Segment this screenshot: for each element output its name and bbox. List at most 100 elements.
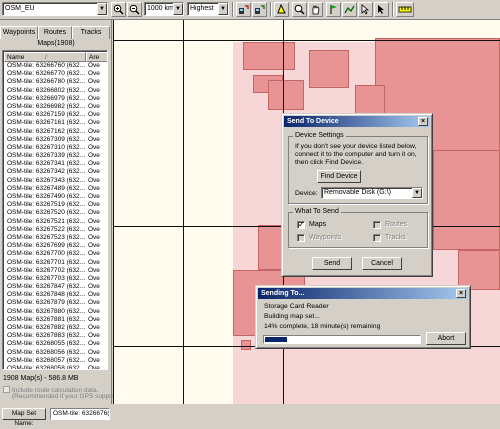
hand-icon <box>312 5 320 15</box>
map-tile-name: OSM-tile: 63267703 (632... <box>7 274 86 282</box>
maps-checkbox[interactable]: ✓ <box>297 220 305 229</box>
send-to-device-button[interactable] <box>252 2 267 17</box>
maps-list[interactable]: Name / Are OSM-tile: 63266760 (632... Ove… <box>2 50 108 370</box>
list-item[interactable]: OSM-tile: 63267701 (632... Ove <box>4 259 107 267</box>
map-tool-button[interactable] <box>274 2 289 17</box>
list-item[interactable]: OSM-tile: 63267159 (632... Ove <box>4 111 107 119</box>
waypoints-checkbox-label: Waypoints <box>309 234 342 241</box>
map-tile-area: Ove <box>88 364 100 370</box>
dialog-title: Sending To... <box>261 290 305 297</box>
zoom-out-button[interactable] <box>127 2 142 17</box>
list-item[interactable]: OSM-tile: 63267343 (632... Ove <box>4 177 107 185</box>
cursor-icon <box>378 5 384 14</box>
map-tile-area: Ove <box>88 356 100 364</box>
list-item[interactable]: OSM-tile: 63267490 (632... Ove <box>4 193 107 201</box>
column-header-name[interactable]: Name / <box>4 52 86 62</box>
list-item[interactable]: OSM-tile: 63267309 (632... Ove <box>4 136 107 144</box>
list-item[interactable]: OSM-tile: 63268056 (632... Ove <box>4 349 107 357</box>
list-item[interactable]: OSM-tile: 63267341 (632... Ove <box>4 160 107 168</box>
abort-button[interactable]: Abort <box>426 332 466 345</box>
list-item[interactable]: OSM-tile: 63267702 (632... Ove <box>4 267 107 275</box>
device-value: Removable Disk (G:\) <box>324 189 391 196</box>
map-tile-name: OSM-tile: 63267519 (632... <box>7 201 86 209</box>
map-set-name-button[interactable]: Map Set Name: <box>2 408 46 427</box>
cancel-button[interactable]: Cancel <box>362 257 402 270</box>
close-icon[interactable]: × <box>418 117 428 126</box>
list-item[interactable]: OSM-tile: 63267342 (632... Ove <box>4 168 107 176</box>
list-item[interactable]: OSM-tile: 63266760 (632... Ove <box>4 62 107 70</box>
list-item[interactable]: OSM-tile: 63267519 (632... Ove <box>4 201 107 209</box>
distance-tool-button[interactable] <box>396 2 414 17</box>
map-tile-name: OSM-tile: 63267883 (632... <box>7 332 86 340</box>
chevron-down-icon[interactable]: ▼ <box>97 3 107 15</box>
map-tile-area: Ove <box>88 233 100 241</box>
map-tile-name: OSM-tile: 63267490 (632... <box>7 193 86 200</box>
list-item[interactable]: OSM-tile: 63267700 (632... Ove <box>4 250 107 258</box>
route-tool-button[interactable] <box>342 2 357 17</box>
list-item[interactable]: OSM-tile: 63266979 (632... Ove <box>4 95 107 103</box>
chevron-down-icon[interactable]: ▼ <box>412 188 422 198</box>
list-item[interactable]: OSM-tile: 63267882 (632... Ove <box>4 324 107 332</box>
detail-select[interactable]: Highest ▼ <box>187 2 229 16</box>
list-item[interactable]: OSM-tile: 63267880 (632... Ove <box>4 308 107 316</box>
cursor-tool-button[interactable] <box>374 2 389 17</box>
list-item[interactable]: OSM-tile: 63268055 (632... Ove <box>4 340 107 348</box>
tab-waypoints[interactable]: Waypoints <box>0 26 38 39</box>
list-item[interactable]: OSM-tile: 63267881 (632... Ove <box>4 315 107 324</box>
list-item[interactable]: OSM-tile: 63267489 (632... Ove <box>4 185 107 193</box>
device-select[interactable]: Removable Disk (G:\) ▼ <box>321 187 423 199</box>
column-header-area[interactable]: Are <box>86 52 107 62</box>
chevron-down-icon[interactable]: ▼ <box>218 3 228 15</box>
list-item[interactable]: OSM-tile: 63268058 (632... Ove <box>4 364 107 370</box>
map-tile-region <box>433 150 500 250</box>
map-set-name-input[interactable]: OSM-tile: 6326676( <box>50 408 110 420</box>
close-icon[interactable]: × <box>456 289 466 298</box>
receive-from-device-button[interactable] <box>236 2 251 17</box>
list-item[interactable]: OSM-tile: 63267520 (632... Ove <box>4 209 107 217</box>
list-item[interactable]: OSM-tile: 63267848 (632... Ove <box>4 291 107 299</box>
map-tile-area: Ove <box>88 315 100 323</box>
list-item[interactable]: OSM-tile: 63267162 (632... Ove <box>4 128 107 136</box>
list-item[interactable]: OSM-tile: 63267310 (632... Ove <box>4 143 107 152</box>
map-tile-name: OSM-tile: 63266982 (632... <box>7 102 86 110</box>
list-item[interactable]: OSM-tile: 63267883 (632... Ove <box>4 332 107 340</box>
mapsource-window: OSM_EU ▼ 1000 km ▼ Highest ▼ Waypoints R… <box>0 0 500 427</box>
pan-tool-button[interactable] <box>308 2 323 17</box>
progress-text: 14% complete, 18 minute(s) remaining <box>264 323 381 330</box>
list-item[interactable]: OSM-tile: 63267523 (632... Ove <box>4 233 107 242</box>
list-item[interactable]: OSM-tile: 63267703 (632... Ove <box>4 274 107 283</box>
map-tile-name: OSM-tile: 63267310 (632... <box>7 143 86 151</box>
list-item[interactable]: OSM-tile: 63267521 (632... Ove <box>4 218 107 226</box>
chevron-down-icon[interactable]: ▼ <box>173 3 183 15</box>
scale-select[interactable]: 1000 km ▼ <box>144 2 184 16</box>
list-item[interactable]: OSM-tile: 63266770 (632... Ove <box>4 70 107 78</box>
send-button[interactable]: Send <box>312 257 352 270</box>
list-item[interactable]: OSM-tile: 63267522 (632... Ove <box>4 226 107 234</box>
list-item[interactable]: OSM-tile: 63267847 (632... Ove <box>4 283 107 291</box>
list-item[interactable]: OSM-tile: 63268057 (632... Ove <box>4 356 107 365</box>
routes-checkbox <box>373 221 381 229</box>
map-product-select[interactable]: OSM_EU ▼ <box>2 2 108 16</box>
map-tile-name: OSM-tile: 63267847 (632... <box>7 283 86 291</box>
map-tile-area: Ove <box>88 340 100 348</box>
map-tile-name: OSM-tile: 63267848 (632... <box>7 291 86 299</box>
tab-tracks[interactable]: Tracks <box>72 26 110 39</box>
pointer-icon <box>361 4 370 15</box>
map-tile-area: Ove <box>88 332 100 340</box>
list-item[interactable]: OSM-tile: 63267161 (632... Ove <box>4 119 107 127</box>
find-device-button[interactable]: Find Device <box>317 170 361 183</box>
list-item[interactable]: OSM-tile: 63267699 (632... Ove <box>4 242 107 250</box>
map-product-value: OSM_EU <box>5 5 35 12</box>
tab-routes[interactable]: Routes <box>38 26 72 39</box>
list-item[interactable]: OSM-tile: 63267879 (632... Ove <box>4 299 107 307</box>
list-item[interactable]: OSM-tile: 63267339 (632... Ove <box>4 152 107 160</box>
list-item[interactable]: OSM-tile: 63266802 (632... Ove <box>4 87 107 95</box>
waypoint-tool-button[interactable] <box>326 2 341 17</box>
map-tile-area: Ove <box>88 111 100 119</box>
selection-tool-button[interactable] <box>358 2 373 17</box>
include-route-checkbox[interactable] <box>3 386 10 393</box>
zoom-in-button[interactable] <box>111 2 126 17</box>
list-item[interactable]: OSM-tile: 63266780 (632... Ove <box>4 78 107 86</box>
list-item[interactable]: OSM-tile: 63266982 (632... Ove <box>4 102 107 111</box>
zoom-tool-button[interactable] <box>292 2 307 17</box>
